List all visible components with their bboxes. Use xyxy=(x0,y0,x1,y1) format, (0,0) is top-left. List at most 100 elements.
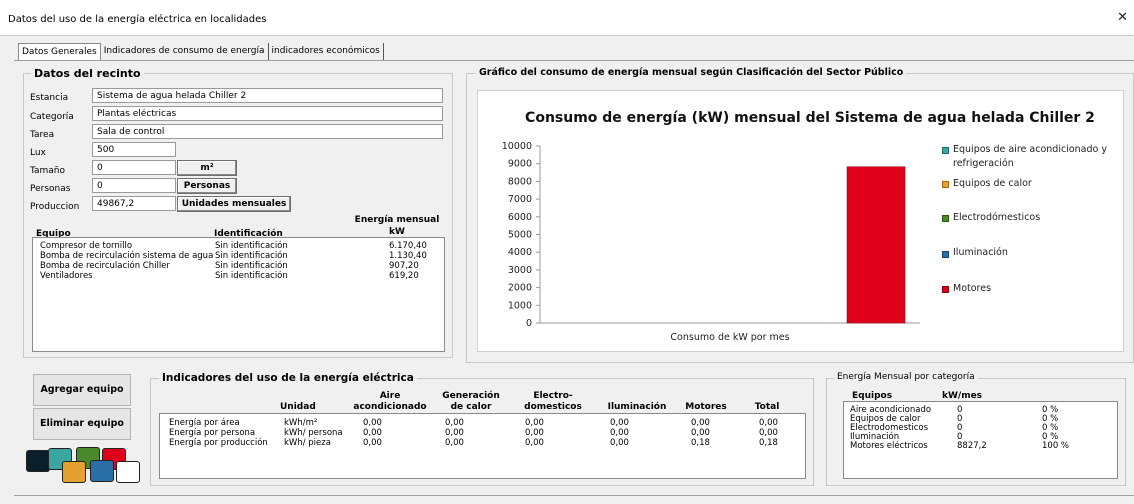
ind-unidad: kWh/ pieza xyxy=(284,438,331,448)
personas-field[interactable]: 0 xyxy=(92,178,176,193)
ind-header-aire-1: Aire xyxy=(379,391,401,401)
cat-header-kw: kW/mes xyxy=(942,391,983,401)
window-title: Datos del uso de la energía eléctrica en… xyxy=(8,14,267,25)
legend-swatch-electro xyxy=(942,215,949,222)
ind-ilum: 0,00 xyxy=(610,418,629,428)
equipment-list[interactable]: Compresor de tornillo Sin identificación… xyxy=(32,237,445,352)
ind-unidad: kWh/m² xyxy=(284,418,318,428)
produccion-unit-button[interactable]: Unidades mensuales xyxy=(177,196,291,212)
chart-group-title: Gráfico del consumo de energía mensual s… xyxy=(476,67,907,78)
ind-header-elec-2: domesticos xyxy=(524,402,582,412)
tab-indicadores-economicos[interactable]: indicadores económicos xyxy=(269,43,384,61)
equipo-energia: 1.130,40 xyxy=(389,251,427,261)
lux-label: Lux xyxy=(30,148,46,158)
ind-aire: 0,00 xyxy=(363,428,382,438)
equipo-energia: 6.170,40 xyxy=(389,241,427,251)
y-tick-label: 3000 xyxy=(508,265,532,276)
ind-header-gen-1: Generación xyxy=(442,391,500,401)
tamano-field[interactable]: 0 xyxy=(92,160,176,175)
ind-name: Energía por producción xyxy=(169,438,268,448)
ind-header-motores: Motores xyxy=(685,402,727,412)
ind-header-gen-2: de calor xyxy=(450,402,492,412)
y-tick-label: 0 xyxy=(526,318,532,329)
tab-datos-generales[interactable]: Datos Generales xyxy=(18,43,101,61)
ind-header-aire-2: acondicionado xyxy=(353,402,427,412)
legend-swatch-motores xyxy=(942,286,949,293)
ind-aire: 0,00 xyxy=(363,438,382,448)
swatch-black-icon[interactable] xyxy=(26,450,50,472)
personas-label: Personas xyxy=(30,184,71,194)
ind-gen: 0,00 xyxy=(445,418,464,428)
ind-elec: 0,00 xyxy=(525,438,544,448)
list-item[interactable]: Motores eléctricos 8827,2 100 % xyxy=(844,441,1117,451)
window-titlebar: Datos del uso de la energía eléctrica en… xyxy=(0,0,1134,36)
equipo-name: Ventiladores xyxy=(40,271,93,281)
table-row[interactable]: Energía por producción kWh/ pieza 0,00 0… xyxy=(160,438,805,448)
ind-gen: 0,00 xyxy=(445,438,464,448)
tab-indicadores-consumo[interactable]: Indicadores de consumo de energía xyxy=(101,43,269,61)
lux-field[interactable]: 500 xyxy=(92,142,176,157)
bars xyxy=(846,166,906,324)
agregar-equipo-button[interactable]: Agregar equipo xyxy=(33,374,131,406)
equipo-id: Sin identificación xyxy=(215,261,288,271)
tarea-label: Tarea xyxy=(30,130,55,140)
equipo-name: Compresor de tornillo xyxy=(40,241,133,251)
list-item[interactable]: Bomba de recirculación Chiller Sin ident… xyxy=(33,261,444,271)
chart-title: Consumo de energía (kW) mensual del Sist… xyxy=(525,110,1095,126)
tab-strip: Datos Generales Indicadores de consumo d… xyxy=(18,43,384,61)
y-tick-label: 10000 xyxy=(502,141,532,152)
swatch-white-icon[interactable] xyxy=(116,461,140,483)
legend-label-ilum: Iluminación xyxy=(953,247,1008,258)
ind-header-elec-1: Electro- xyxy=(533,391,573,401)
category-palette xyxy=(26,447,146,485)
ind-total: 0,18 xyxy=(759,438,778,448)
legend-label-electro: Electrodómesticos xyxy=(953,212,1041,223)
indicadores-group-title: Indicadores del uso de la energía eléctr… xyxy=(159,372,417,384)
ind-aire: 0,00 xyxy=(363,418,382,428)
col-header-energia-2: kW xyxy=(389,227,405,237)
ind-name: Energía por área xyxy=(169,418,240,428)
cat-pct: 100 % xyxy=(1042,441,1070,451)
indicadores-list[interactable]: Energía por área kWh/m² 0,00 0,00 0,00 0… xyxy=(159,413,806,479)
list-item[interactable]: Compresor de tornillo Sin identificación… xyxy=(33,241,444,251)
y-tick-label: 1000 xyxy=(508,300,532,311)
swatch-blue-icon[interactable] xyxy=(90,460,114,482)
table-row[interactable]: Energía por persona kWh/ persona 0,00 0,… xyxy=(160,428,805,438)
list-item[interactable]: Ventiladores Sin identificación 619,20 xyxy=(33,271,444,281)
produccion-field[interactable]: 49867,2 xyxy=(92,196,176,211)
equipo-energia: 619,20 xyxy=(389,271,419,281)
swatch-orange-icon[interactable] xyxy=(62,461,86,483)
y-ticks: 0 1000 2000 3000 4000 5000 6000 7000 8000 9000 100… xyxy=(502,141,540,329)
recinto-group-title: Datos del recinto xyxy=(31,67,144,80)
table-row[interactable]: Energía por área kWh/m² 0,00 0,00 0,00 0… xyxy=(160,418,805,428)
bar-motores xyxy=(846,166,906,324)
tarea-field[interactable]: Sala de control xyxy=(92,124,443,139)
legend-swatch-aire xyxy=(942,147,949,154)
col-header-energia-1: Energía mensual xyxy=(354,215,440,225)
tamano-unit-button[interactable]: m² xyxy=(177,160,237,176)
ind-ilum: 0,00 xyxy=(610,428,629,438)
y-tick-label: 9000 xyxy=(508,159,532,170)
y-tick-label: 8000 xyxy=(508,176,532,187)
legend-label-motores: Motores xyxy=(953,283,992,294)
equipo-name: Bomba de recirculación Chiller xyxy=(40,261,170,271)
personas-unit-button[interactable]: Personas xyxy=(177,178,237,194)
ind-unidad: kWh/ persona xyxy=(284,428,343,438)
eliminar-equipo-button[interactable]: Eliminar equipo xyxy=(33,408,131,440)
categoria-field[interactable]: Plantas eléctricas xyxy=(92,106,443,121)
legend-swatch-ilum xyxy=(942,251,949,258)
categoria-group-title: Energía Mensual por categoría xyxy=(834,372,978,382)
ind-name: Energía por persona xyxy=(169,428,256,438)
estancia-field[interactable]: Sistema de agua helada Chiller 2 xyxy=(92,88,443,103)
y-tick-label: 7000 xyxy=(508,194,532,205)
ind-header-unidad: Unidad xyxy=(280,402,316,412)
ind-mot: 0,00 xyxy=(691,428,710,438)
y-tick-label: 5000 xyxy=(508,230,532,241)
cat-header-equipos: Equipos xyxy=(852,391,893,401)
y-tick-label: 2000 xyxy=(508,283,532,294)
equipo-energia: 907,20 xyxy=(389,261,419,271)
categoria-list[interactable]: Aire acondicionado 0 0 % Equipos de calo… xyxy=(843,401,1118,479)
close-icon[interactable]: ✕ xyxy=(1117,10,1128,25)
list-item[interactable]: Bomba de recirculación sistema de agua S… xyxy=(33,251,444,261)
ind-elec: 0,00 xyxy=(525,428,544,438)
